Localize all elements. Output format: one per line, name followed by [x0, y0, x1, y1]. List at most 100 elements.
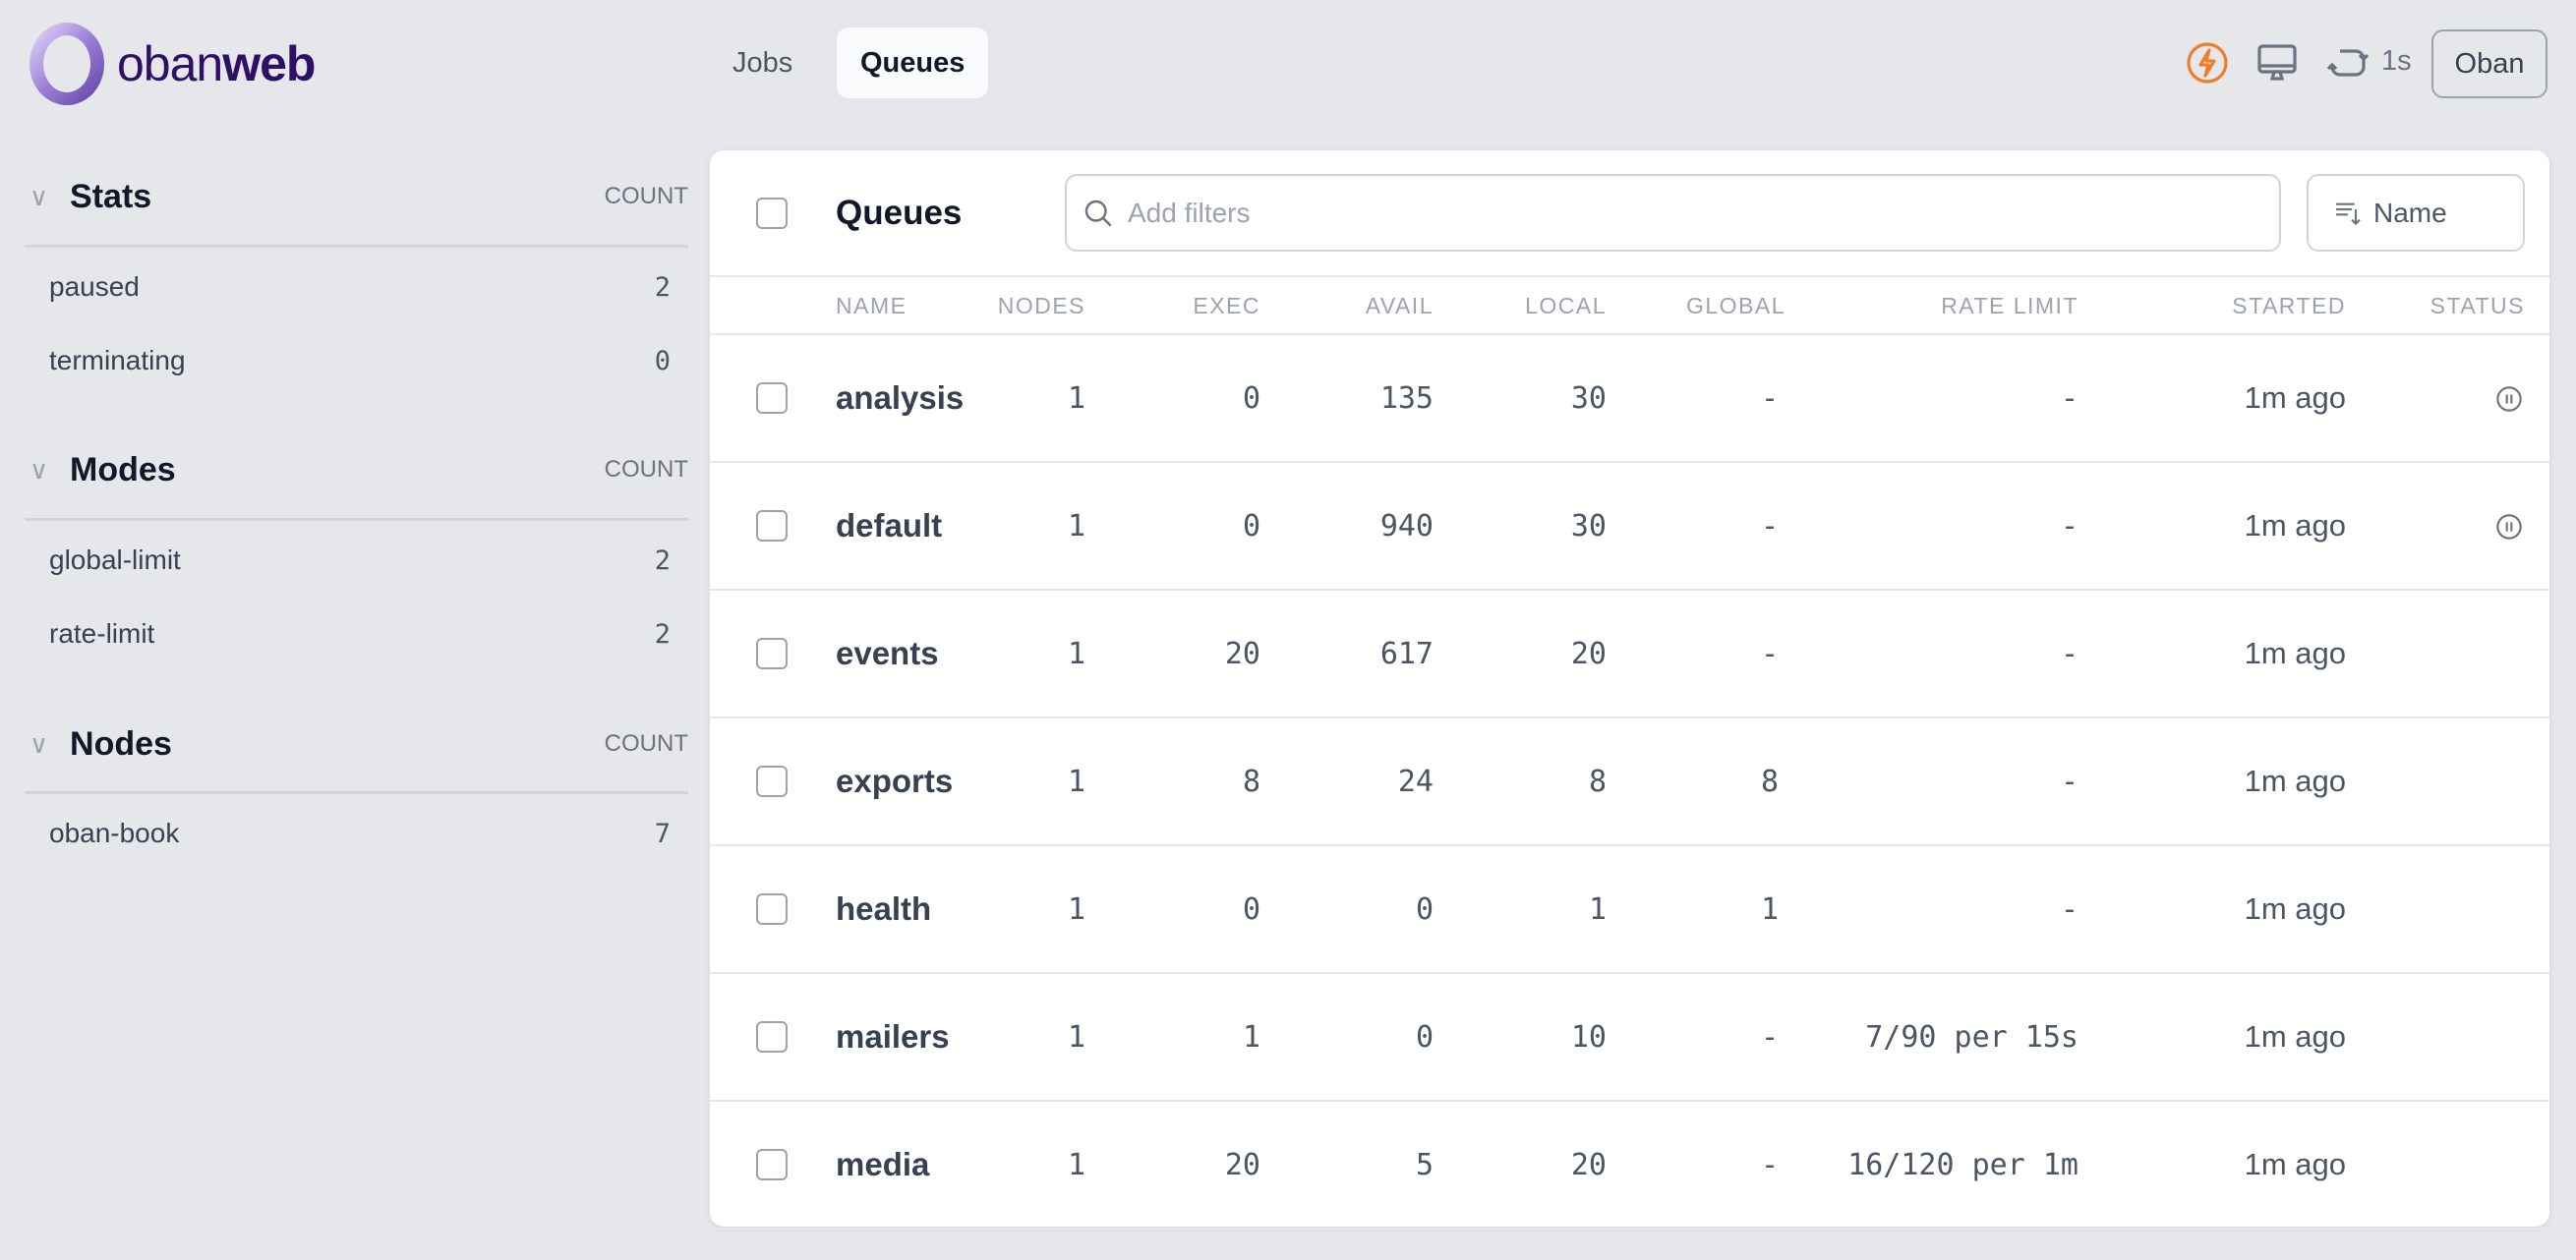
item-label: oban-book [49, 818, 180, 848]
refresh-icon[interactable] [2324, 39, 2371, 86]
cell-avail: 5 [1415, 1147, 1434, 1182]
refresh-interval[interactable]: 1s [2381, 45, 2412, 78]
cell-started: 1m ago [2244, 764, 2346, 798]
cell-exec: 0 [1242, 891, 1260, 927]
cell-name: health [836, 890, 932, 927]
select-all-checkbox[interactable] [756, 198, 788, 229]
cell-name: default [836, 507, 943, 544]
row-checkbox[interactable] [756, 1149, 788, 1180]
cell-global: - [1760, 636, 1779, 671]
cell-local: 1 [1588, 891, 1607, 927]
cell-exec: 0 [1242, 380, 1260, 416]
cell-global: - [1760, 1147, 1779, 1182]
divider [25, 791, 688, 794]
row-checkbox[interactable] [756, 510, 788, 542]
tab-label: Queues [860, 46, 966, 79]
paused-icon[interactable] [2495, 513, 2523, 541]
row-checkbox[interactable] [756, 1021, 788, 1053]
cell-started: 1m ago [2244, 1019, 2346, 1054]
cell-exec: 8 [1242, 764, 1260, 799]
sort-icon [2336, 202, 2361, 225]
section-title: Stats [70, 177, 152, 215]
cell-global: 8 [1760, 764, 1779, 799]
divider [710, 275, 2549, 277]
col-started[interactable]: Started [2232, 293, 2346, 319]
instance-button[interactable]: Oban [2431, 29, 2547, 98]
cell-avail: 940 [1379, 508, 1434, 544]
sidebar-item-terminating[interactable]: terminating 0 [49, 336, 671, 385]
row-checkbox[interactable] [756, 382, 788, 414]
cell-name: mailers [836, 1018, 950, 1055]
cell-local: 30 [1570, 380, 1607, 416]
table-row[interactable]: default 1 0 940 30 - - 1m ago [710, 463, 2549, 591]
table-row[interactable]: mailers 1 1 0 10-7/90 per 15s 1m ago [710, 974, 2549, 1102]
cell-avail: 0 [1415, 891, 1434, 927]
paused-icon[interactable] [2495, 385, 2523, 413]
sidebar-item-global-limit[interactable]: global-limit 2 [49, 536, 671, 585]
sort-label: Name [2373, 197, 2447, 228]
col-nodes[interactable]: Nodes [998, 293, 1085, 319]
cell-global: - [1760, 380, 1779, 416]
cell-global: - [1760, 508, 1779, 544]
cell-local: 20 [1570, 636, 1607, 671]
cell-exec: 20 [1224, 1147, 1260, 1182]
item-count: 0 [654, 345, 671, 376]
cell-nodes: 1 [1067, 891, 1085, 927]
cell-rate-limit: - [2060, 764, 2078, 799]
tab-label: Jobs [732, 46, 793, 79]
cell-name: media [836, 1146, 930, 1182]
sort-button[interactable]: Name [2307, 174, 2525, 252]
item-label: paused [49, 271, 140, 302]
sidebar-section-modes[interactable]: ∨ Modes COUNT [29, 440, 688, 499]
divider [25, 245, 688, 248]
chevron-down-icon: ∨ [29, 454, 49, 485]
cell-local: 8 [1588, 764, 1607, 799]
tab-queues[interactable]: Queues [837, 28, 989, 98]
sidebar-item-rate-limit[interactable]: rate-limit 2 [49, 609, 671, 659]
cell-global: - [1760, 1019, 1779, 1055]
row-checkbox[interactable] [756, 638, 788, 669]
table-row[interactable]: exports 1 8 24 8 8 - 1m ago [710, 718, 2549, 846]
col-name[interactable]: Name [836, 293, 907, 319]
col-local[interactable]: Local [1525, 293, 1607, 319]
chevron-down-icon: ∨ [29, 181, 49, 211]
cell-started: 1m ago [2244, 891, 2346, 926]
cell-nodes: 1 [1067, 508, 1085, 544]
col-global[interactable]: Global [1686, 293, 1786, 319]
cell-started: 1m ago [2244, 636, 2346, 670]
sidebar-section-nodes[interactable]: ∨ Nodes COUNT [29, 715, 688, 773]
filter-search[interactable] [1065, 174, 2281, 252]
cell-name: events [836, 635, 939, 671]
cell-exec: 0 [1242, 508, 1260, 544]
cell-rate-limit: - [2060, 636, 2078, 671]
row-checkbox[interactable] [756, 893, 788, 925]
cell-avail: 135 [1379, 380, 1434, 416]
table-row[interactable]: media 1 20 5 20 - 16/120 per 1m 1m ago [710, 1102, 2549, 1230]
table-row[interactable]: analysis 1 0 135 30 - - 1m ago [710, 335, 2549, 463]
cell-local: 10 [1570, 1019, 1607, 1055]
cell-rate-limit: 7/90 per 15s [1865, 1019, 2078, 1055]
count-header: COUNT [604, 456, 688, 483]
search-input[interactable] [1128, 197, 2207, 229]
table-row[interactable]: events 1 20 617 20 - - 1m ago [710, 591, 2549, 718]
row-checkbox[interactable] [756, 766, 788, 797]
cell-nodes: 1 [1067, 380, 1085, 416]
logo[interactable]: obanweb [25, 20, 316, 108]
monitor-icon[interactable] [2254, 39, 2301, 86]
cell-started: 1m ago [2244, 508, 2346, 543]
col-exec[interactable]: Exec [1193, 293, 1260, 319]
sidebar-section-stats[interactable]: ∨ Stats COUNT [29, 167, 688, 226]
sidebar-item-oban-book[interactable]: oban-book 7 [49, 809, 671, 858]
cell-rate-limit: - [2060, 508, 2078, 544]
col-rate-limit[interactable]: Rate Limit [1941, 293, 2078, 319]
item-label: terminating [49, 345, 186, 375]
chevron-down-icon: ∨ [29, 728, 49, 759]
item-label: rate-limit [49, 618, 155, 649]
col-avail[interactable]: Avail [1366, 293, 1434, 319]
bolt-icon[interactable] [2184, 39, 2231, 86]
tab-jobs[interactable]: Jobs [709, 28, 816, 98]
table-row[interactable]: health 1 0 0 1 1 - 1m ago [710, 846, 2549, 974]
sidebar-item-paused[interactable]: paused 2 [49, 262, 671, 312]
col-status[interactable]: Status [2430, 293, 2525, 319]
divider [25, 518, 688, 521]
